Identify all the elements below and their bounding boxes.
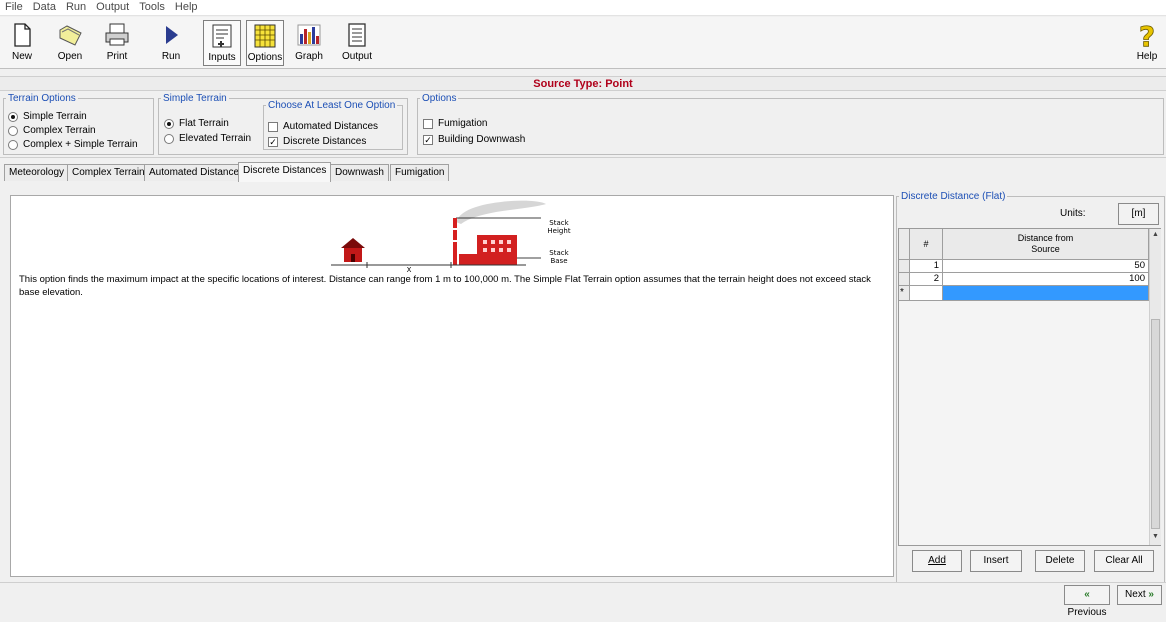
radio-elevated-terrain[interactable]: Elevated Terrain: [164, 133, 251, 144]
table-cell-distance[interactable]: 100: [943, 273, 1149, 286]
options-grid-icon: [254, 24, 276, 48]
vertical-scrollbar[interactable]: ▲ ▼: [1149, 229, 1161, 545]
menu-run[interactable]: Run: [61, 0, 91, 13]
tab-automated-distances[interactable]: Automated Distances: [144, 164, 250, 181]
options-group: Options: [417, 93, 1164, 155]
smoke-plume: [456, 200, 546, 224]
menu-data[interactable]: Data: [28, 0, 61, 13]
options-panel: Terrain Options Simple Terrain Complex T…: [0, 93, 1166, 158]
options-legend: Options: [422, 93, 457, 104]
row-selector[interactable]: [899, 260, 910, 273]
discrete-distance-legend: Discrete Distance (Flat): [901, 191, 1006, 202]
radio-button-icon: [164, 118, 174, 129]
menu-tools[interactable]: Tools: [134, 0, 170, 13]
new-button[interactable]: New: [6, 20, 38, 66]
choose-option-legend: Choose At Least One Option: [268, 100, 396, 111]
scroll-up-icon[interactable]: ▲: [1151, 231, 1160, 239]
option-description: This option finds the maximum impact at …: [19, 274, 871, 298]
graph-button[interactable]: Graph: [290, 20, 328, 66]
radio-button-icon: [8, 111, 18, 122]
new-row-distance-input[interactable]: [943, 286, 1149, 301]
new-file-icon: [14, 23, 31, 47]
units-label: Units:: [1060, 208, 1086, 219]
run-arrow-icon: [166, 26, 178, 44]
checkbox-icon: [268, 121, 278, 132]
tab-strip: Meteorology Complex Terrain Automated Di…: [0, 162, 520, 182]
table-cell-number: 1: [910, 260, 943, 273]
tab-content-panel: Stack Height Stack Base X This option find…: [10, 195, 894, 577]
distance-grid: # Distance from Source 1 50 2 100 *: [898, 228, 1161, 546]
help-button[interactable]: ? Help: [1132, 20, 1162, 66]
inputs-icon: [212, 24, 232, 48]
next-chevron-icon: »: [1148, 589, 1154, 600]
row-selector[interactable]: [899, 273, 910, 286]
terrain-options-legend: Terrain Options: [8, 93, 76, 104]
scroll-down-icon[interactable]: ▼: [1151, 533, 1160, 541]
column-header-number: #: [910, 229, 943, 260]
printer-icon: [105, 23, 129, 46]
stack-diagram: Stack Height Stack Base X: [331, 200, 571, 273]
new-row-marker[interactable]: *: [899, 286, 910, 301]
checkbox-automated-distances[interactable]: Automated Distances: [268, 121, 378, 132]
distance-x-label: X: [407, 266, 412, 273]
options-button[interactable]: Options: [246, 20, 284, 66]
checkbox-checked-icon: ✓: [423, 134, 433, 145]
help-question-icon: ?: [1138, 20, 1155, 50]
table-cell-number: 2: [910, 273, 943, 286]
radio-complex-simple-terrain[interactable]: Complex + Simple Terrain: [8, 139, 138, 150]
previous-chevron-icon: «: [1084, 589, 1090, 600]
source-type-header: Source Type: Point: [0, 76, 1166, 91]
insert-button[interactable]: Insert: [970, 550, 1022, 572]
tab-meteorology[interactable]: Meteorology: [4, 164, 70, 181]
add-button[interactable]: Add: [912, 550, 962, 572]
stack-height-label: Stack Height: [547, 219, 570, 235]
stack-base-label: Stack Base: [549, 249, 569, 265]
tab-downwash[interactable]: Downwash: [330, 164, 389, 181]
units-button[interactable]: [m]: [1118, 203, 1159, 225]
column-header-distance[interactable]: Distance from Source: [943, 229, 1149, 260]
previous-button[interactable]: « Previous: [1064, 585, 1110, 618]
radio-complex-terrain[interactable]: Complex Terrain: [8, 125, 96, 136]
toolbar: New Open Print Run Inputs Options Graph …: [0, 17, 1166, 69]
row-header-corner: [899, 229, 910, 260]
radio-flat-terrain[interactable]: Flat Terrain: [164, 118, 229, 129]
open-folder-icon: [59, 25, 82, 46]
checkbox-icon: [423, 118, 433, 129]
clear-all-button[interactable]: Clear All: [1094, 550, 1154, 572]
open-button[interactable]: Open: [52, 20, 88, 66]
run-button[interactable]: Run: [155, 20, 187, 66]
bar-graph-icon: [297, 24, 321, 46]
checkbox-discrete-distances[interactable]: ✓ Discrete Distances: [268, 136, 366, 147]
print-button[interactable]: Print: [99, 20, 135, 66]
bottom-bar: [0, 582, 1166, 606]
tab-discrete-distances[interactable]: Discrete Distances: [238, 162, 332, 182]
table-cell-number: [910, 286, 943, 301]
next-button[interactable]: Next »: [1117, 585, 1162, 605]
radio-button-icon: [8, 125, 18, 136]
inputs-button[interactable]: Inputs: [203, 20, 241, 66]
checkbox-checked-icon: ✓: [268, 136, 278, 147]
menu-bar: File Data Run Output Tools Help: [0, 0, 1166, 16]
radio-simple-terrain[interactable]: Simple Terrain: [8, 111, 87, 122]
output-button[interactable]: Output: [339, 20, 375, 66]
menu-output[interactable]: Output: [91, 0, 134, 13]
house-icon: [341, 238, 365, 248]
radio-button-icon: [164, 133, 174, 144]
radio-button-icon: [8, 139, 18, 150]
simple-terrain-legend: Simple Terrain: [163, 93, 227, 104]
checkbox-building-downwash[interactable]: ✓ Building Downwash: [423, 134, 525, 145]
scroll-thumb[interactable]: [1151, 319, 1160, 529]
menu-file[interactable]: File: [0, 0, 28, 13]
tab-fumigation[interactable]: Fumigation: [390, 164, 450, 181]
tab-complex-terrain[interactable]: Complex Terrain: [67, 164, 150, 181]
checkbox-fumigation[interactable]: Fumigation: [423, 118, 487, 129]
menu-help[interactable]: Help: [170, 0, 203, 13]
table-cell-distance[interactable]: 50: [943, 260, 1149, 273]
svg-text:?: ?: [1139, 20, 1155, 50]
output-document-icon: [348, 23, 366, 47]
delete-button[interactable]: Delete: [1035, 550, 1085, 572]
